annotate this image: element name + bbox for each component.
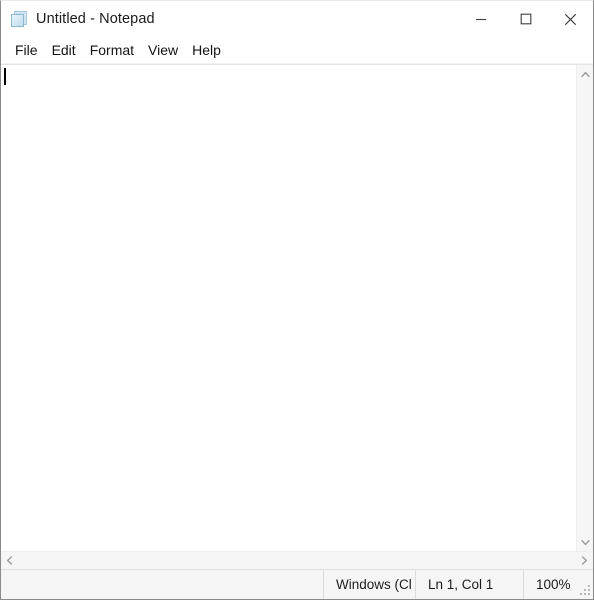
text-editor-area[interactable] xyxy=(1,65,576,551)
menu-item-format[interactable]: Format xyxy=(83,41,141,60)
close-icon xyxy=(564,13,577,25)
status-cursor-position[interactable]: Ln 1, Col 1 xyxy=(415,570,523,599)
resize-grip-icon[interactable] xyxy=(579,585,591,597)
chevron-right-icon xyxy=(581,556,588,565)
maximize-icon xyxy=(520,13,531,25)
notepad-window: Untitled - Notepad File Edit Format View… xyxy=(0,0,594,600)
menu-item-help[interactable]: Help xyxy=(185,41,228,60)
editor-region xyxy=(1,64,593,551)
menu-item-file[interactable]: File xyxy=(8,41,45,60)
chevron-up-icon xyxy=(580,71,590,77)
horizontal-scrollbar-track[interactable] xyxy=(18,552,576,570)
scroll-up-button[interactable] xyxy=(577,65,594,83)
text-caret xyxy=(4,68,6,85)
minimize-button[interactable] xyxy=(458,1,503,37)
status-bar-spacer xyxy=(1,570,323,599)
menu-item-view[interactable]: View xyxy=(141,41,185,60)
window-title: Untitled - Notepad xyxy=(36,10,155,27)
scroll-right-button[interactable] xyxy=(576,552,593,570)
notepad-icon xyxy=(11,10,28,28)
horizontal-scrollbar[interactable] xyxy=(1,551,593,569)
vertical-scrollbar-track[interactable] xyxy=(577,83,594,533)
menu-bar: File Edit Format View Help xyxy=(1,38,593,64)
menu-item-edit[interactable]: Edit xyxy=(45,41,83,60)
chevron-left-icon xyxy=(6,556,13,565)
maximize-button[interactable] xyxy=(503,1,548,37)
minimize-icon xyxy=(475,18,486,21)
scroll-down-button[interactable] xyxy=(577,533,594,551)
window-controls xyxy=(458,1,593,37)
title-bar[interactable]: Untitled - Notepad xyxy=(1,1,593,38)
scroll-left-button[interactable] xyxy=(1,552,18,570)
vertical-scrollbar[interactable] xyxy=(576,65,593,551)
chevron-down-icon xyxy=(580,539,590,545)
status-encoding[interactable]: Windows (Cl xyxy=(323,570,415,599)
close-button[interactable] xyxy=(548,1,593,37)
status-bar: Windows (Cl Ln 1, Col 1 100% xyxy=(1,569,593,599)
